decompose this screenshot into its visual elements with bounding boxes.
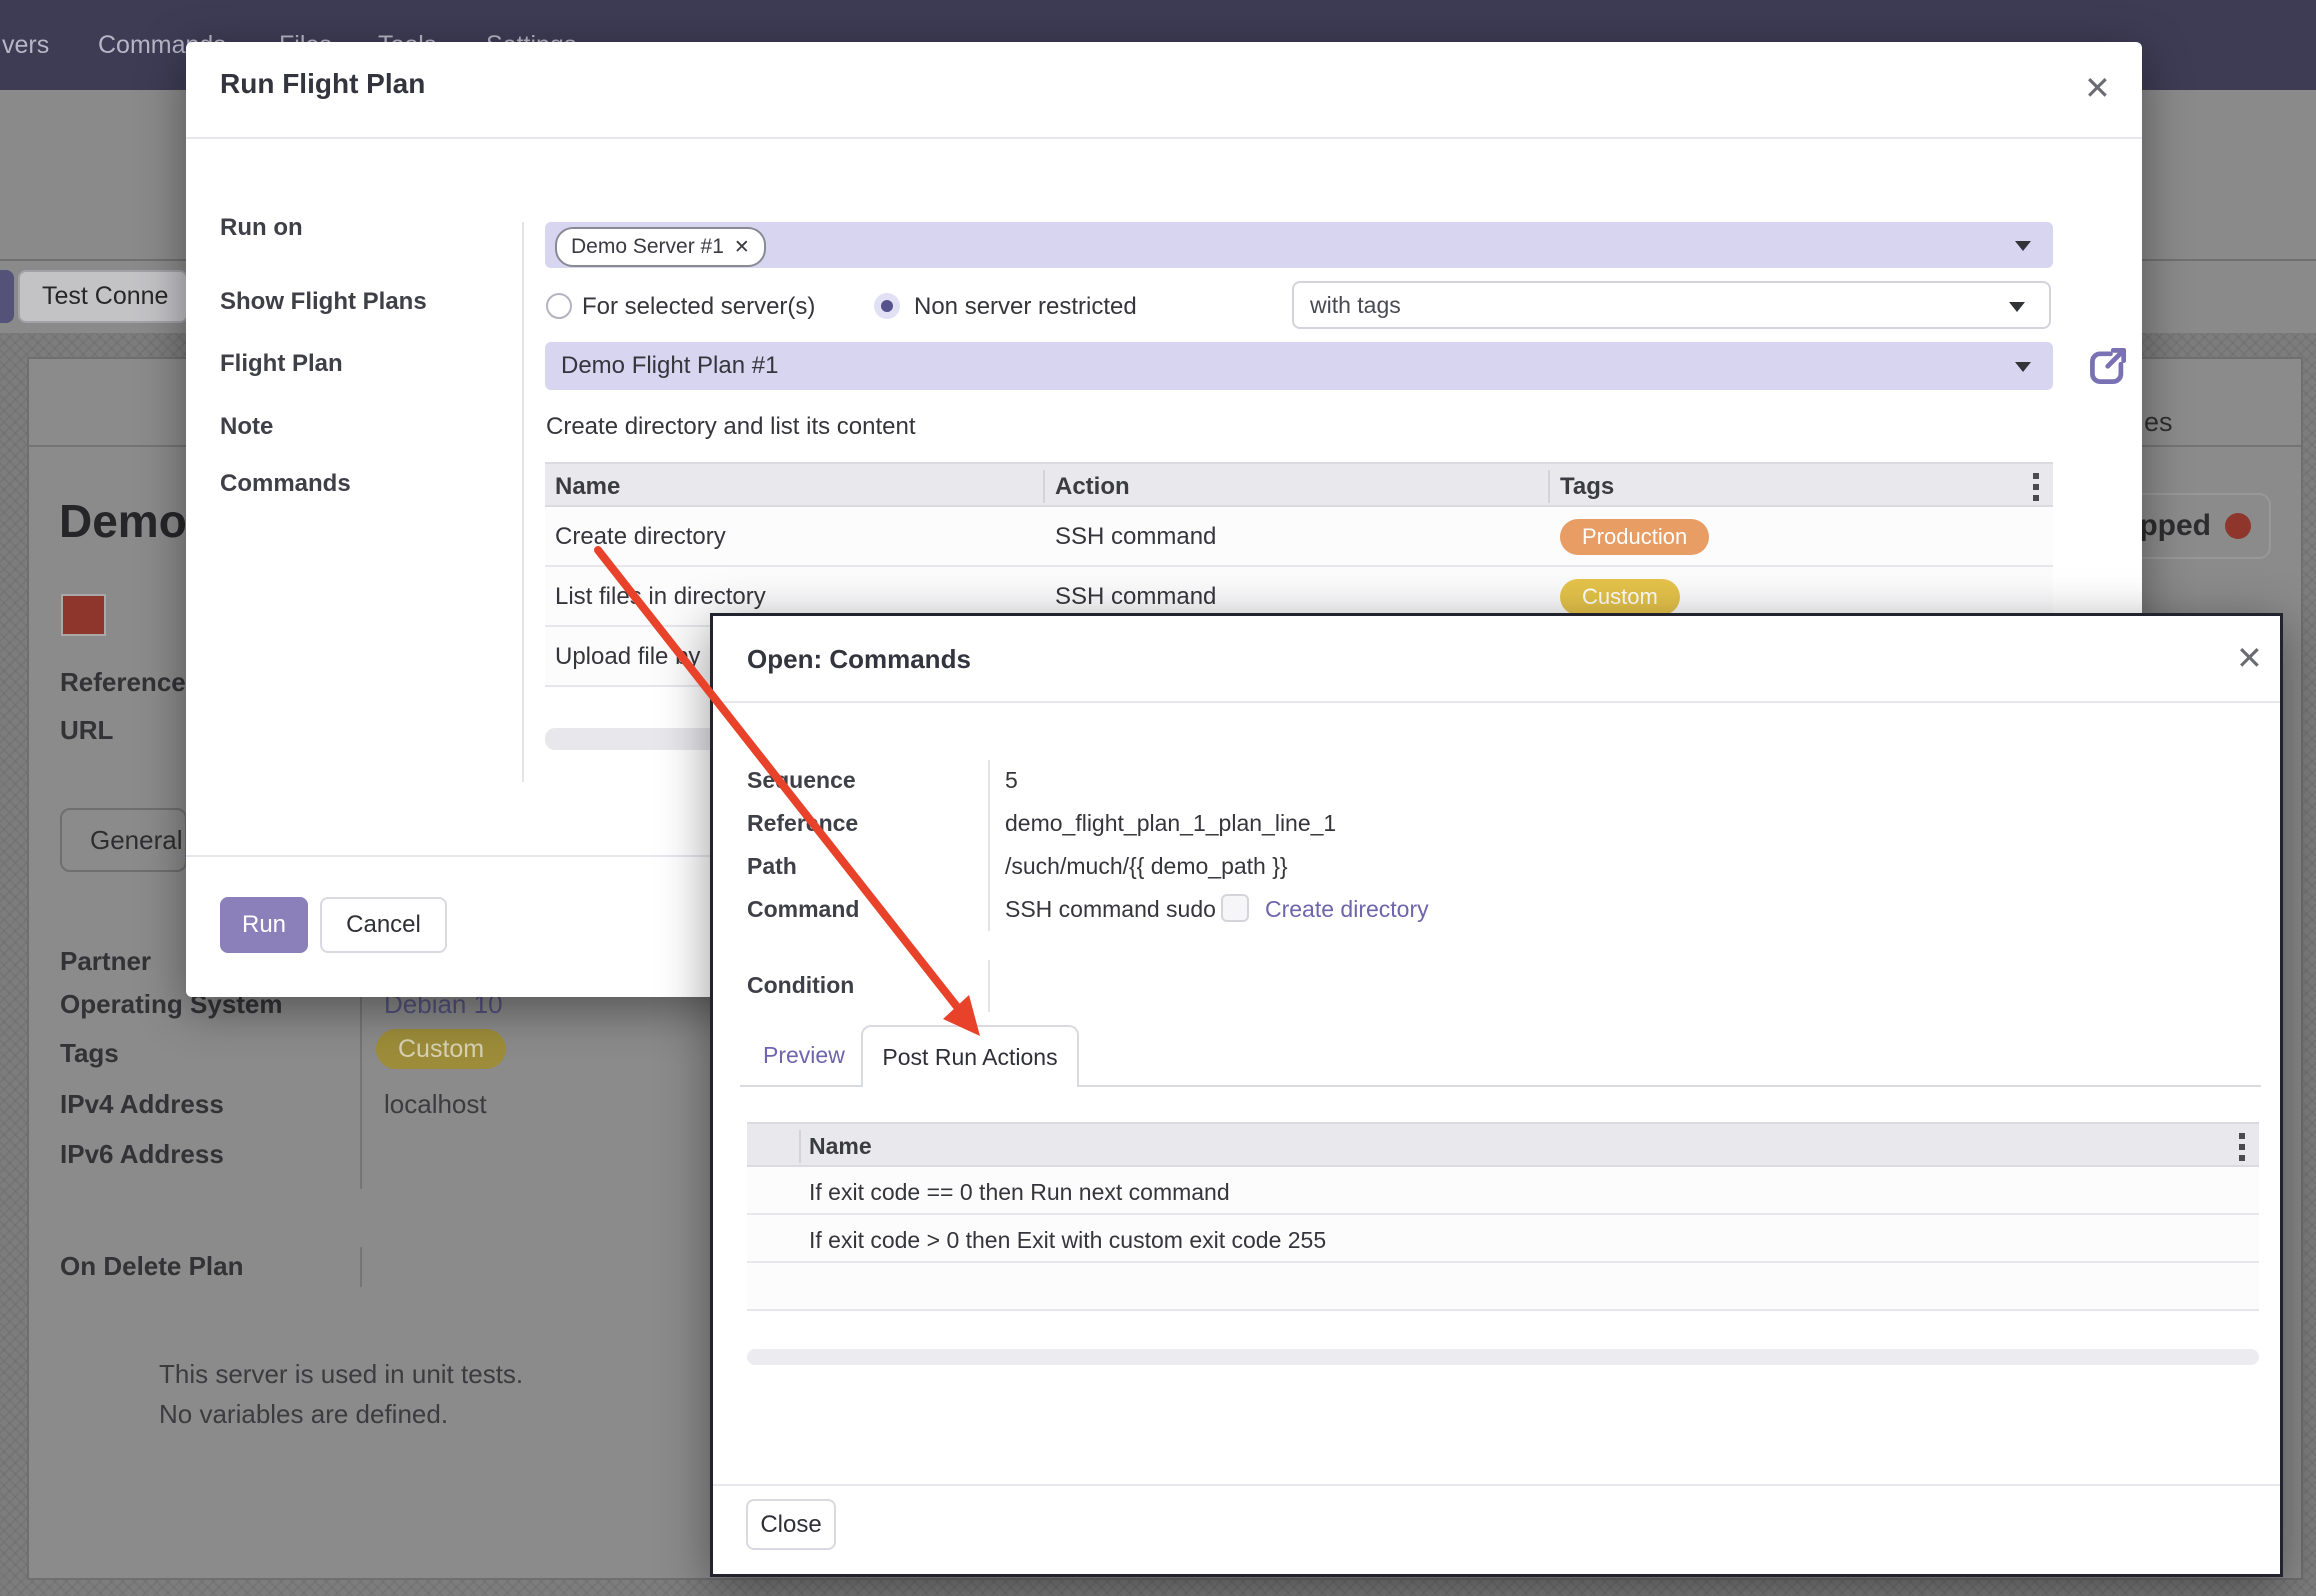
chevron-down-icon[interactable] bbox=[2015, 241, 2031, 251]
nav-item-servers-fragment[interactable]: vers bbox=[2, 0, 49, 90]
column-header-tags[interactable]: Tags bbox=[1560, 473, 1614, 501]
flight-plan-label: Flight Plan bbox=[220, 350, 343, 378]
label-field-separator bbox=[988, 960, 990, 1012]
show-flight-plans-label: Show Flight Plans bbox=[220, 288, 427, 316]
command-label: Command bbox=[747, 896, 859, 923]
post-run-table-header: Name bbox=[747, 1122, 2259, 1167]
cell-name: Upload file by bbox=[555, 643, 700, 671]
radio-for-selected-servers-label: For selected server(s) bbox=[582, 293, 815, 321]
ipv4-value: localhost bbox=[384, 1089, 487, 1120]
server-title: Demo bbox=[59, 494, 191, 554]
sequence-value: 5 bbox=[1005, 767, 1018, 794]
flight-plan-value: Demo Flight Plan #1 bbox=[561, 352, 778, 380]
open-modal-close-icon[interactable]: ✕ bbox=[2236, 642, 2263, 674]
run-button[interactable]: Run bbox=[220, 897, 308, 953]
post-run-table-row[interactable]: If exit code > 0 then Exit with custom e… bbox=[747, 1215, 2259, 1263]
column-options-kebab-icon[interactable] bbox=[2239, 1133, 2245, 1161]
radio-for-selected-servers[interactable] bbox=[546, 293, 572, 319]
server-chip[interactable]: Demo Server #1 ✕ bbox=[555, 227, 766, 267]
reference-label: Reference bbox=[60, 667, 186, 698]
field-separator bbox=[360, 1247, 362, 1287]
commands-table-row[interactable]: Create directory SSH command Production bbox=[545, 507, 2053, 567]
cell-action: SSH command bbox=[1055, 523, 1216, 551]
table-scrollbar[interactable] bbox=[747, 1349, 2259, 1365]
sequence-label: Sequence bbox=[747, 767, 856, 794]
open-modal-title: Open: Commands bbox=[747, 644, 971, 675]
server-chip-label: Demo Server #1 bbox=[571, 235, 724, 259]
tag-production-pill: Production bbox=[1560, 519, 1709, 555]
ipv4-label: IPv4 Address bbox=[60, 1089, 224, 1120]
run-on-multiselect[interactable]: Demo Server #1 ✕ bbox=[545, 222, 2053, 268]
column-divider bbox=[799, 1130, 801, 1163]
label-field-separator bbox=[522, 222, 524, 782]
cell-name: If exit code > 0 then Exit with custom e… bbox=[809, 1227, 1326, 1254]
test-connection-button[interactable]: Test Conne bbox=[18, 270, 188, 323]
chevron-down-icon[interactable] bbox=[2015, 362, 2031, 372]
column-divider bbox=[1043, 470, 1045, 503]
commands-label: Commands bbox=[220, 470, 351, 498]
color-swatch[interactable] bbox=[61, 594, 106, 636]
with-tags-select[interactable]: with tags bbox=[1292, 281, 2051, 329]
cell-name: Create directory bbox=[555, 523, 726, 551]
tag-custom-pill: Custom bbox=[1560, 579, 1680, 615]
cancel-button[interactable]: Cancel bbox=[320, 897, 447, 953]
cell-name: If exit code == 0 then Run next command bbox=[809, 1179, 1230, 1206]
close-button[interactable]: Close bbox=[746, 1499, 836, 1550]
open-commands-modal: Open: Commands ✕ Sequence 5 Reference de… bbox=[710, 613, 2283, 1577]
modal-footer-divider bbox=[713, 1484, 2280, 1486]
run-modal-close-icon[interactable]: ✕ bbox=[2084, 72, 2111, 104]
post-run-table-row[interactable]: If exit code == 0 then Run next command bbox=[747, 1167, 2259, 1215]
chevron-down-icon[interactable] bbox=[2009, 302, 2025, 312]
smart-button-fragment[interactable]: es bbox=[2144, 407, 2173, 438]
tab-post-run-actions[interactable]: Post Run Actions bbox=[861, 1025, 1079, 1087]
command-record-link[interactable]: Create directory bbox=[1265, 896, 1429, 923]
modal-header-divider bbox=[186, 137, 2142, 139]
primary-button-fragment[interactable] bbox=[0, 270, 14, 323]
on-delete-plan-label: On Delete Plan bbox=[60, 1251, 244, 1282]
tag-custom-pill[interactable]: Custom bbox=[376, 1029, 506, 1069]
unit-test-note-line1: This server is used in unit tests. bbox=[159, 1359, 523, 1390]
commands-table-header: Name Action Tags bbox=[545, 462, 2053, 507]
cell-name: List files in directory bbox=[555, 583, 766, 611]
sudo-checkbox[interactable] bbox=[1221, 894, 1249, 922]
run-modal-title: Run Flight Plan bbox=[220, 68, 425, 100]
label-field-separator bbox=[988, 760, 990, 931]
cell-action: SSH command bbox=[1055, 583, 1216, 611]
note-label: Note bbox=[220, 413, 273, 441]
radio-non-server-restricted-label: Non server restricted bbox=[914, 293, 1137, 321]
column-options-kebab-icon[interactable] bbox=[2033, 473, 2039, 501]
radio-dot-icon bbox=[881, 300, 893, 312]
column-header-name[interactable]: Name bbox=[555, 473, 620, 501]
tab-general[interactable]: General bbox=[60, 808, 187, 872]
partner-label: Partner bbox=[60, 946, 151, 977]
post-run-table-row-empty bbox=[747, 1263, 2259, 1311]
column-header-name[interactable]: Name bbox=[809, 1133, 872, 1160]
command-value: SSH command sudo bbox=[1005, 896, 1216, 923]
column-divider bbox=[1548, 470, 1550, 503]
run-on-label: Run on bbox=[220, 214, 303, 242]
ipv6-label: IPv6 Address bbox=[60, 1139, 224, 1170]
note-value: Create directory and list its content bbox=[546, 413, 916, 441]
app-root: vers Commands Files Tools Settings Test … bbox=[0, 0, 2316, 1596]
unit-test-note-line2: No variables are defined. bbox=[159, 1399, 448, 1430]
url-label: URL bbox=[60, 715, 113, 746]
status-stopped-dot-icon bbox=[2225, 513, 2251, 539]
flight-plan-select[interactable]: Demo Flight Plan #1 bbox=[545, 342, 2053, 390]
external-link-icon[interactable] bbox=[2082, 342, 2132, 392]
with-tags-value: with tags bbox=[1310, 292, 1401, 319]
radio-non-server-restricted[interactable] bbox=[874, 293, 900, 319]
path-value: /such/much/{{ demo_path }} bbox=[1005, 853, 1288, 880]
column-header-action[interactable]: Action bbox=[1055, 473, 1130, 501]
modal-header-divider bbox=[713, 701, 2280, 703]
path-label: Path bbox=[747, 853, 797, 880]
reference-value: demo_flight_plan_1_plan_line_1 bbox=[1005, 810, 1336, 837]
reference-label: Reference bbox=[747, 810, 858, 837]
condition-label: Condition bbox=[747, 972, 854, 999]
tags-label: Tags bbox=[60, 1038, 119, 1069]
status-label-fragment: pped bbox=[2139, 509, 2211, 543]
tab-preview[interactable]: Preview bbox=[763, 1042, 845, 1069]
chip-remove-icon[interactable]: ✕ bbox=[734, 236, 750, 259]
